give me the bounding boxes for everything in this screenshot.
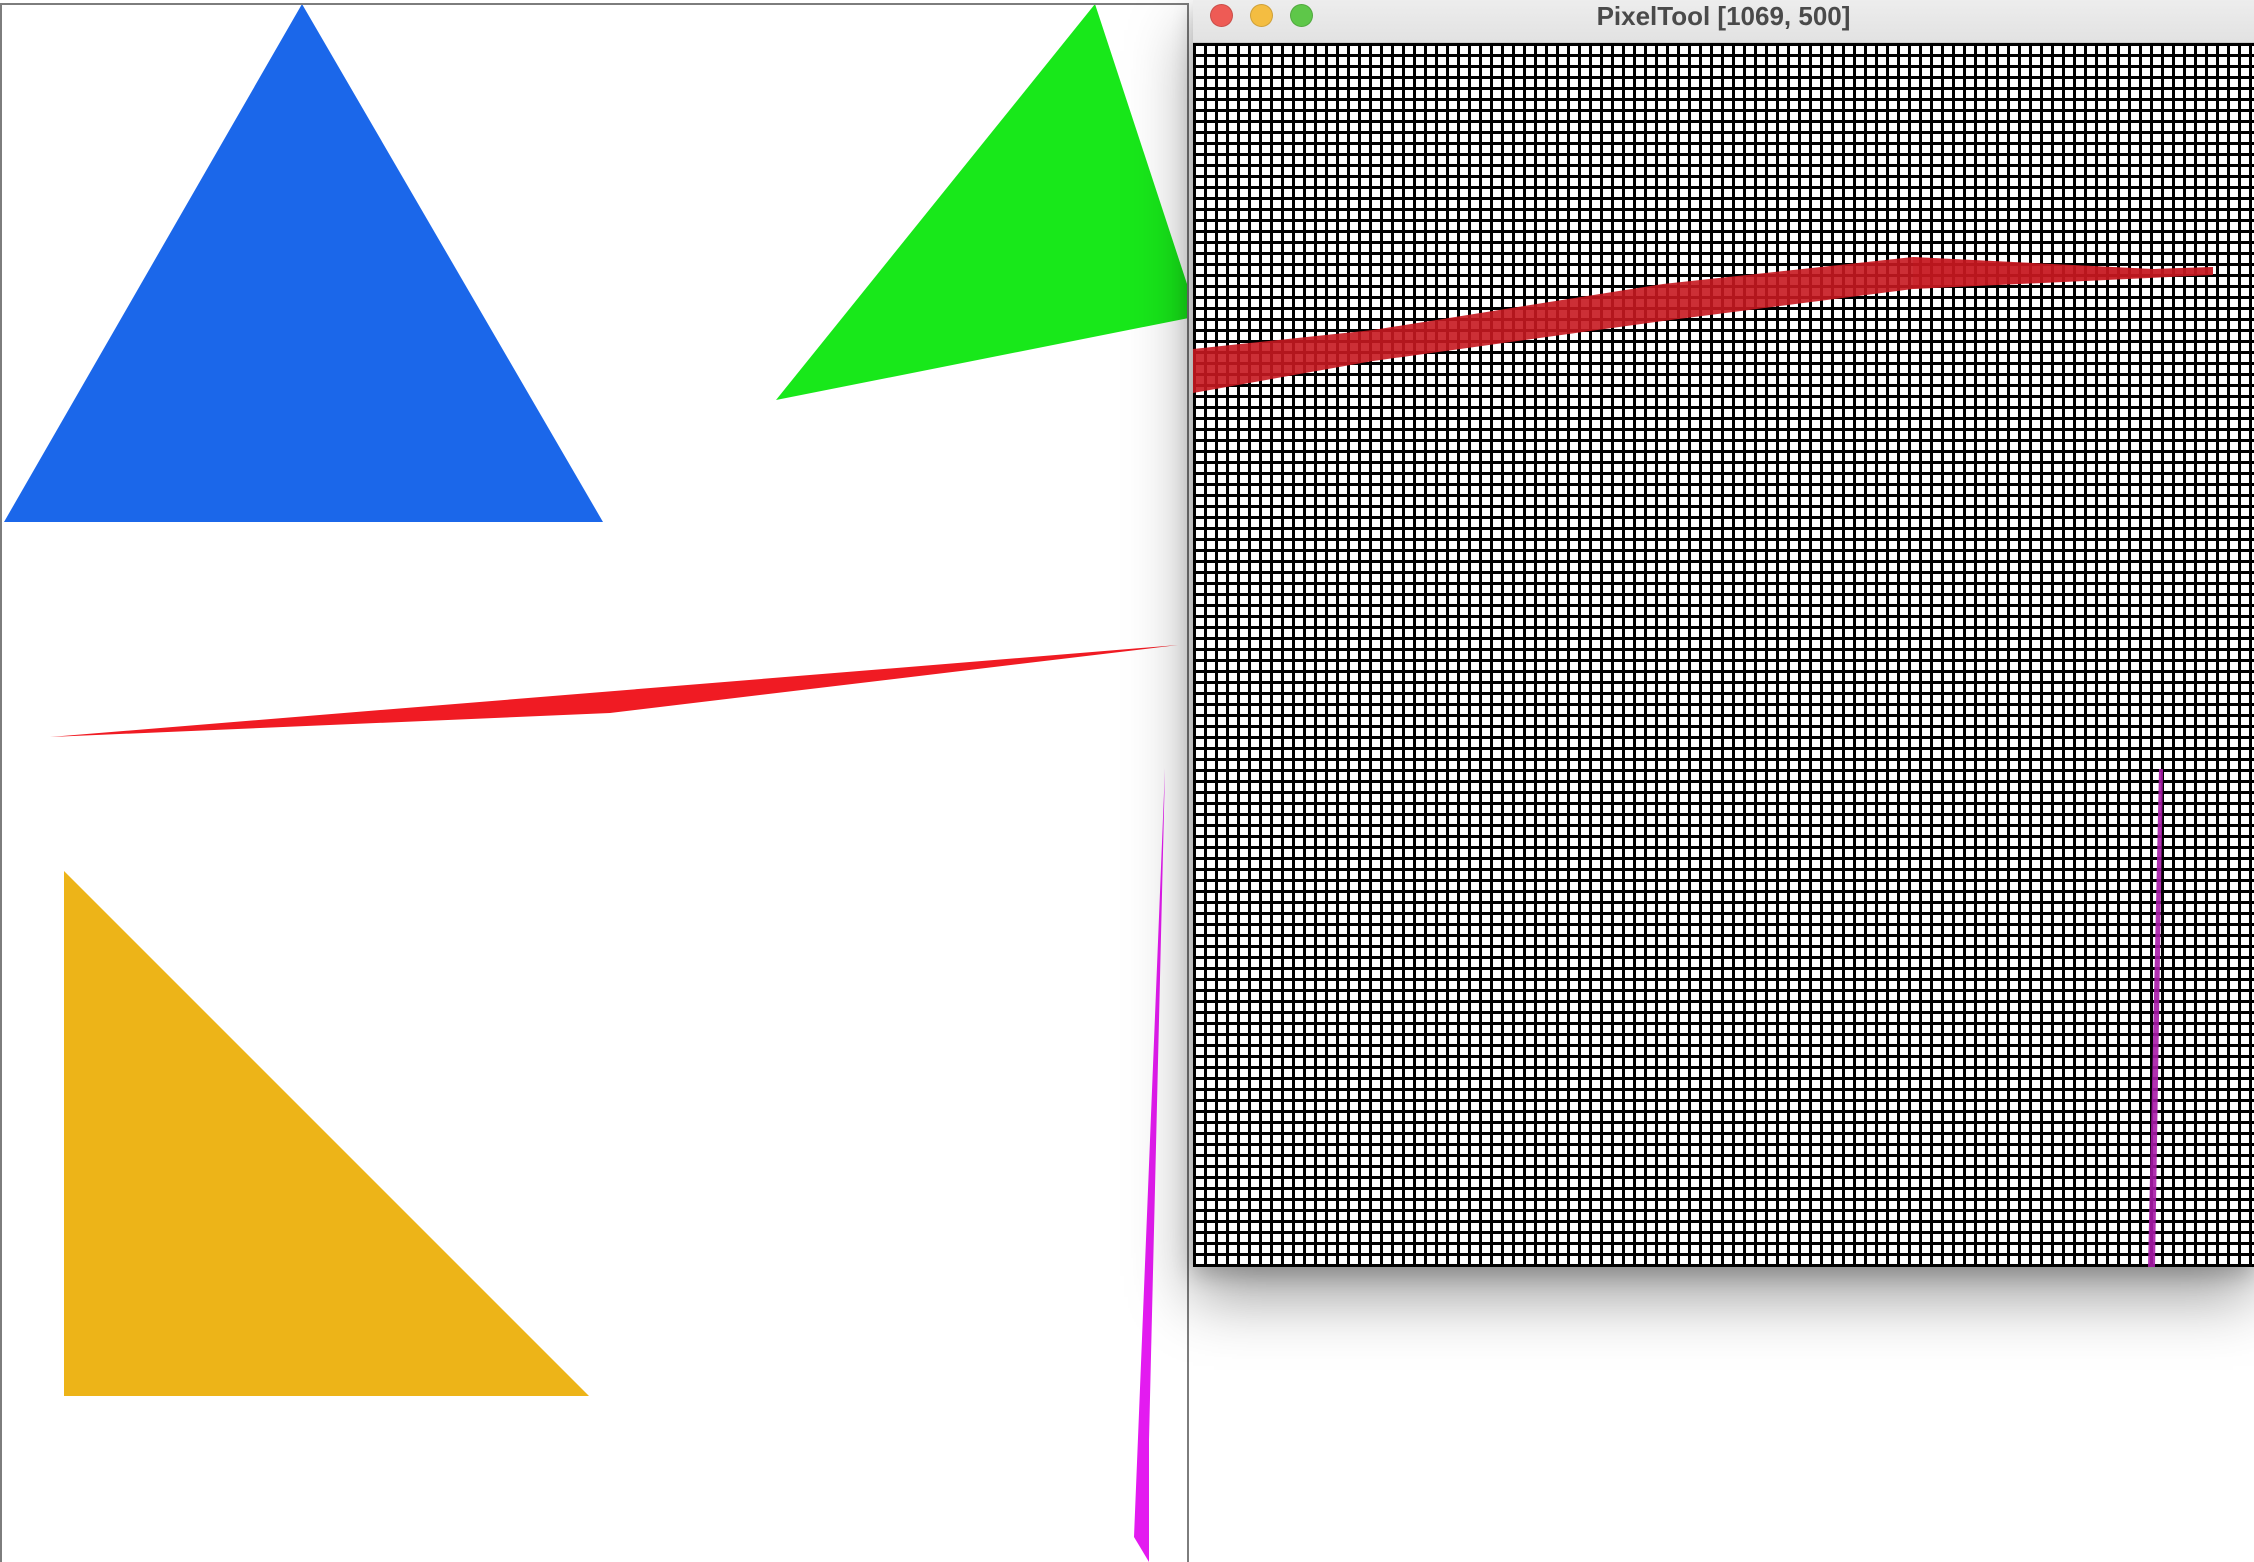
green-triangle <box>776 5 1187 400</box>
blue-triangle <box>4 5 603 522</box>
magnified-drawing <box>1193 257 2213 1267</box>
yellow-triangle <box>64 871 589 1396</box>
pixeltool-window[interactable]: PixelTool [1069, 500] <box>1193 0 2254 1267</box>
magnified-magenta-line <box>2148 769 2163 1267</box>
canvas-drawing <box>4 5 1187 1562</box>
magnified-red-band-fade <box>1913 257 2213 289</box>
red-sliver-triangle <box>50 645 1178 737</box>
pixeltool-title: PixelTool [1069, 500] <box>1596 1 1851 31</box>
magnified-pixel-grid <box>1193 43 2254 1267</box>
magenta-sliver-triangle <box>1134 768 1165 1562</box>
pixeltool-titlebar[interactable]: PixelTool [1069, 500] <box>1193 0 2254 43</box>
render-canvas <box>0 3 1189 1562</box>
